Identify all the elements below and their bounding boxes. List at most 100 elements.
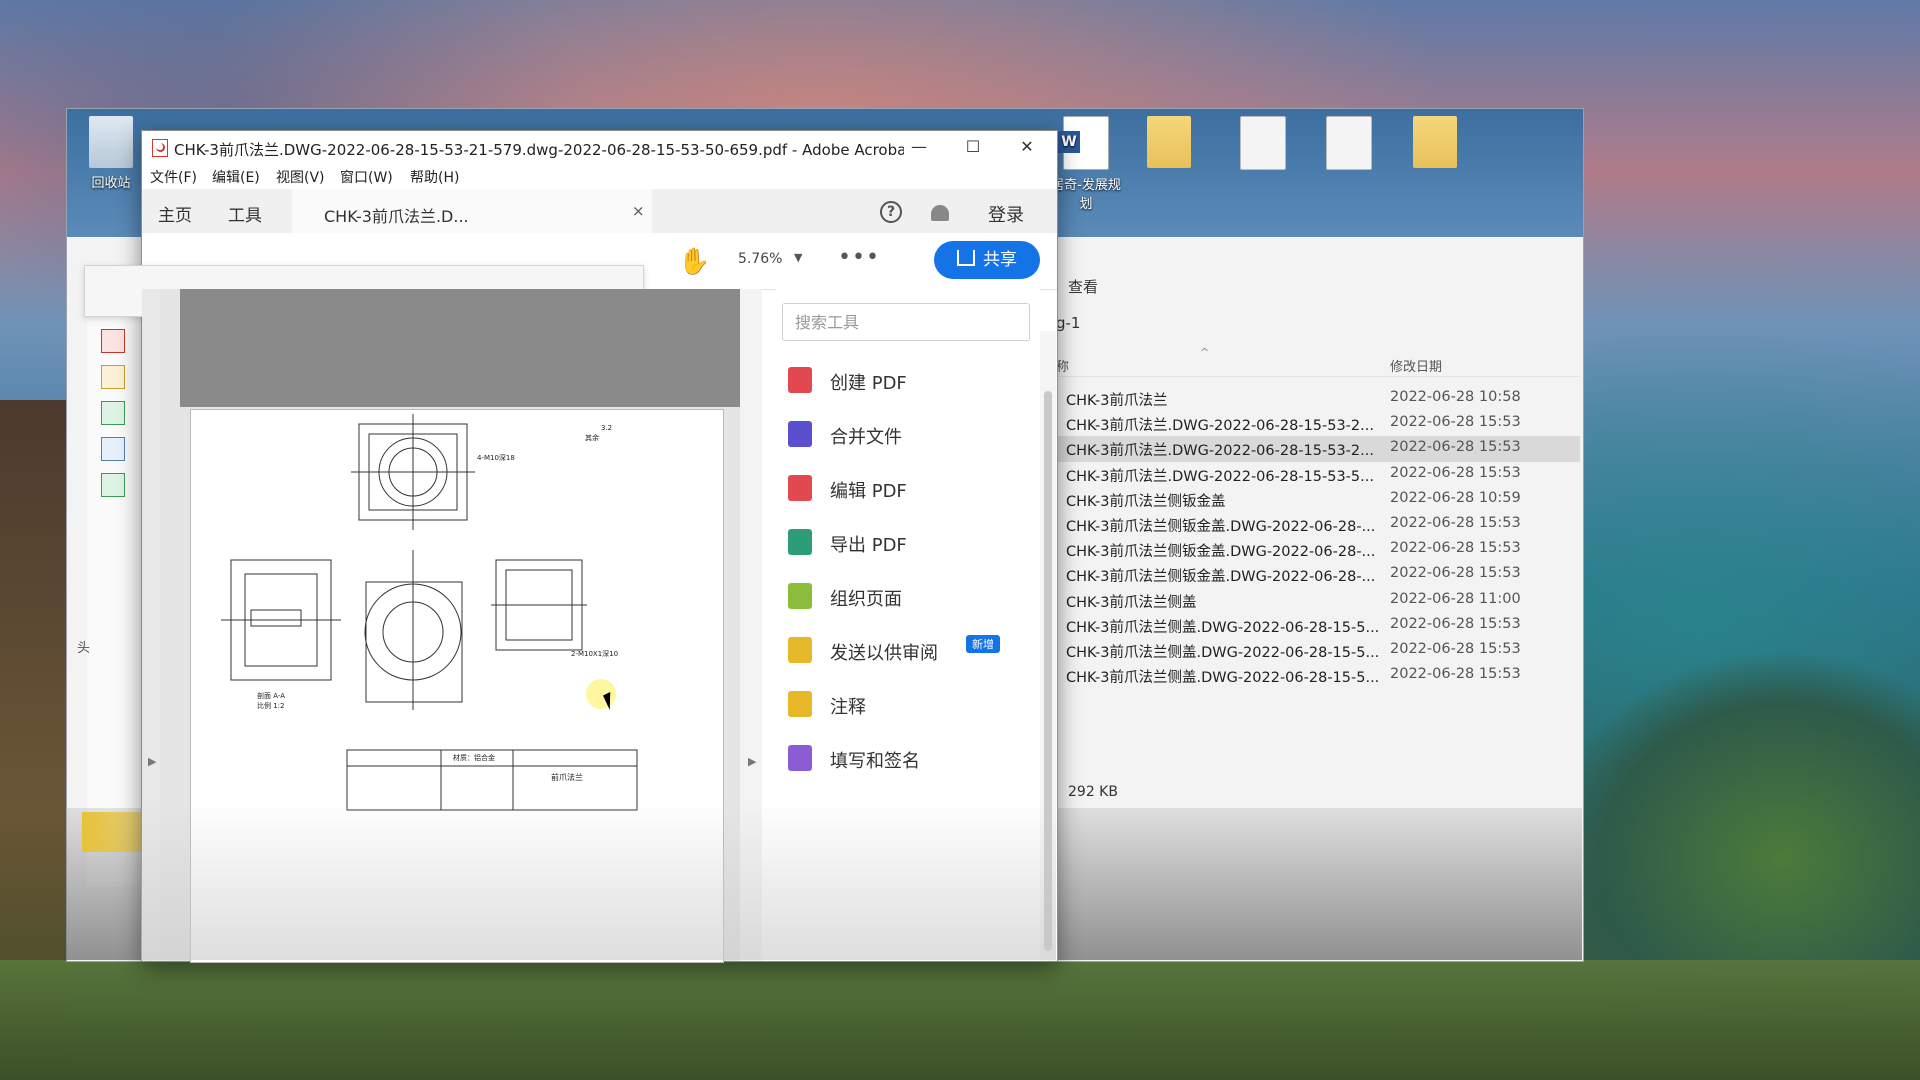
share-button[interactable]: 共享 [934,241,1040,279]
file-date: 2022-06-28 10:59 [1390,489,1521,506]
file-date: 2022-06-28 15:53 [1390,464,1521,481]
desktop-icon-doc[interactable] [1228,116,1298,174]
document-icon [1326,116,1372,170]
drawing-note: 比例 1:2 [257,701,285,710]
menu-bar: 文件(F) 编辑(E) 视图(V) 窗口(W) 帮助(H) [142,163,1057,189]
menu-window[interactable]: 窗口(W) [340,167,393,187]
file-name: CHK-3前爪法兰侧盖 [1066,594,1197,611]
file-date: 2022-06-28 11:00 [1390,590,1521,607]
tool-fill-and-sign[interactable]: 填写和签名 [788,741,1038,777]
share-icon [957,250,975,266]
tab-home[interactable]: 主页 [158,201,192,226]
file-date: 2022-06-28 15:53 [1390,640,1521,657]
collapse-panel-icon[interactable]: ▶ [748,755,756,768]
search-tools-input[interactable]: 搜索工具 [782,303,1030,341]
file-icon [101,401,125,425]
file-icon [101,365,125,389]
desktop-icon-word-doc[interactable]: 居奇-发展规划 [1050,116,1122,212]
file-date: 2022-06-28 15:53 [1390,439,1521,456]
organize-pages-icon [788,583,812,609]
nav-item[interactable] [87,323,149,359]
file-date: 2022-06-28 15:53 [1390,615,1521,632]
explorer-side-label: 头 [77,641,91,656]
comment-icon [788,691,812,717]
tool-export-pdf[interactable]: 导出 PDF [788,525,1038,561]
word-doc-icon [1058,116,1109,170]
column-date-header[interactable]: 修改日期 [1390,356,1442,375]
folder-icon [1147,116,1191,168]
nav-item[interactable] [87,431,149,467]
tool-edit-pdf[interactable]: 编辑 PDF [788,471,1038,507]
hand-tool-icon[interactable]: ✋ [678,247,710,277]
nav-item[interactable] [87,395,149,431]
tool-label: 导出 PDF [830,535,907,556]
tool-label: 填写和签名 [830,751,920,772]
file-name: CHK-3前爪法兰.DWG-2022-06-28-15-53-5... [1066,468,1374,485]
nav-item[interactable] [87,359,149,395]
title-bar[interactable]: CHK-3前爪法兰.DWG-2022-06-28-15-53-21-579.dw… [142,131,1057,163]
export-pdf-icon [788,529,812,555]
file-row[interactable]: CHK-3前爪法兰侧盖.DWG-2022-06-28-15-5... 2022-0… [1056,638,1580,663]
explorer-menu-view[interactable]: 查看 [1068,276,1098,297]
tab-tools[interactable]: 工具 [228,201,262,226]
file-name: CHK-3前爪法兰侧盖.DWG-2022-06-28-15-5... [1066,644,1380,661]
more-options-icon[interactable]: ••• [838,245,880,270]
file-name: CHK-3前爪法兰侧盖.DWG-2022-06-28-15-5... [1066,670,1380,687]
file-name: CHK-3前爪法兰 [1066,393,1168,409]
file-row[interactable]: CHK-3前爪法兰侧钣金盖.DWG-2022-06-28-... 2022-06-… [1056,562,1580,587]
login-button[interactable]: 登录 [988,201,1024,227]
chevron-down-icon[interactable]: ▼ [794,251,802,264]
menu-view[interactable]: 视图(V) [276,167,325,187]
desktop-icon-label: 居奇-发展规划 [1051,178,1121,212]
close-tab-icon[interactable]: × [632,202,645,220]
document-icon [1240,116,1286,170]
file-row[interactable]: CHK-3前爪法兰侧盖.DWG-2022-06-28-15-5... 2022-0… [1056,663,1580,688]
expand-left-icon[interactable]: ▶ [148,755,156,768]
desktop-icon-folder[interactable] [1400,116,1470,172]
close-button[interactable]: ✕ [1000,131,1054,163]
file-date: 2022-06-28 15:53 [1390,666,1521,683]
desktop-icon-recycle-bin[interactable]: 回收站 [76,116,146,191]
minimize-button[interactable]: — [892,131,946,163]
fill-and-sign-icon [788,745,812,771]
drawing-note: 2-M10X1深10 [571,649,618,658]
tool-organize-pages[interactable]: 组织页面 [788,579,1038,615]
file-row[interactable]: CHK-3前爪法兰.DWG-2022-06-28-15-53-5... 2022-… [1056,462,1580,487]
file-row[interactable]: CHK-3前爪法兰侧钣金盖.DWG-2022-06-28-... 2022-06-… [1056,512,1580,537]
bell-icon[interactable] [931,205,949,221]
menu-help[interactable]: 帮助(H) [410,167,459,187]
file-row[interactable]: CHK-3前爪法兰侧钣金盖 2022-06-28 10:59 [1056,487,1580,512]
tool-label: 合并文件 [830,427,902,448]
file-date: 2022-06-28 15:53 [1390,414,1521,431]
tool-comment[interactable]: 注释 [788,687,1038,723]
combine-files-icon [788,421,812,447]
nav-item[interactable] [87,467,149,503]
menu-file[interactable]: 文件(F) [150,167,197,187]
share-label: 共享 [983,250,1017,270]
file-row[interactable]: CHK-3前爪法兰.DWG-2022-06-28-15-53-2... 2022-… [1056,436,1580,462]
tab-document[interactable]: CHK-3前爪法兰.D... × [292,189,652,233]
file-row[interactable]: CHK-3前爪法兰 2022-06-28 10:58 [1056,386,1580,411]
help-icon[interactable]: ? [880,201,902,223]
file-row[interactable]: CHK-3前爪法兰侧钣金盖.DWG-2022-06-28-... 2022-06-… [1056,537,1580,562]
file-row[interactable]: CHK-3前爪法兰侧盖.DWG-2022-06-28-15-5... 2022-0… [1056,613,1580,638]
tool-create-pdf[interactable]: 创建 PDF [788,363,1038,399]
file-row[interactable]: CHK-3前爪法兰.DWG-2022-06-28-15-53-2... 2022-… [1056,411,1580,436]
desktop-icon-folder[interactable] [1134,116,1204,172]
maximize-button[interactable]: ☐ [946,131,1000,163]
file-row[interactable]: CHK-3前爪法兰侧盖 2022-06-28 11:00 [1056,588,1580,613]
tool-send-for-review[interactable]: 发送以供审阅 新增 [788,633,1038,669]
zoom-value[interactable]: 5.76% [738,251,782,267]
desktop-icon-label: 回收站 [91,176,131,191]
explorer-path[interactable]: g-1 [1056,314,1080,332]
desktop-icon-doc[interactable] [1314,116,1384,174]
drawing-note: 3.2 [601,424,612,432]
file-date: 2022-06-28 15:53 [1390,514,1521,531]
window-title: CHK-3前爪法兰.DWG-2022-06-28-15-53-21-579.dw… [174,141,904,159]
tool-combine-files[interactable]: 合并文件 [788,417,1038,453]
tab-document-label: CHK-3前爪法兰.D... [324,207,469,226]
tab-bar: 主页 工具 CHK-3前爪法兰.D... × ? 登录 [142,189,1057,234]
tool-label: 创建 PDF [830,373,907,394]
menu-edit[interactable]: 编辑(E) [212,167,260,187]
drawing-note: 材质：铝合金 [453,753,495,762]
